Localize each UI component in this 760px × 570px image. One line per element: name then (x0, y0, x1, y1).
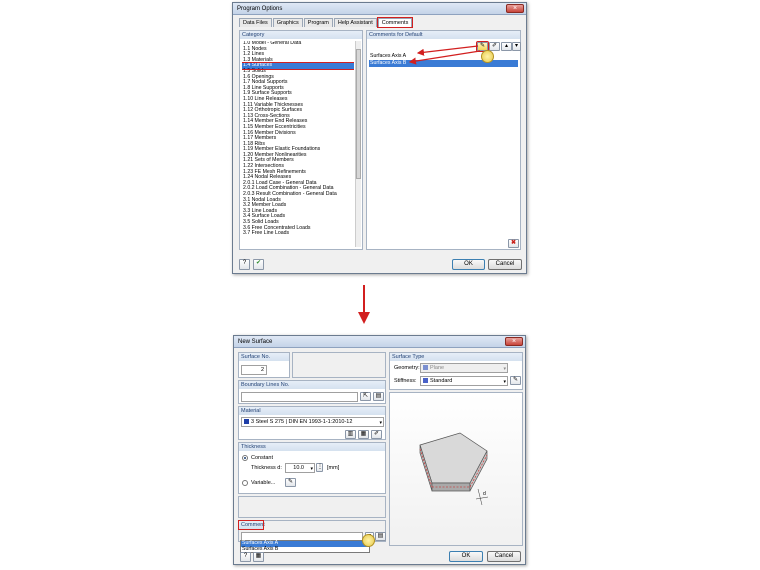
help-icon[interactable]: ? (240, 552, 251, 562)
move-up-button[interactable]: ▴ (501, 42, 512, 51)
category-list[interactable]: 1.0 Model - General Data 1.1 Nodes 1.2 Lin… (242, 41, 354, 247)
surface-type-header: Surface Type (390, 353, 522, 361)
material-new-button[interactable]: ▦ (358, 430, 369, 439)
comments-header: Comments for Default (367, 31, 520, 39)
comments-panel: Comments for Default ✎ ✐ ▴ ▾ Surfaces Ax… (366, 30, 521, 250)
units-icon[interactable]: ▦ (253, 552, 264, 562)
comment-item-selected[interactable]: Surfaces Axis B (369, 60, 518, 67)
stiffness-label: Stiffness: (394, 378, 417, 384)
surface-no-header: Surface No. (239, 353, 289, 361)
tab-help-assistant[interactable]: Help Assistant (333, 18, 377, 27)
thickness-value: 10.0 (293, 465, 304, 471)
help-icon[interactable]: ? (239, 259, 250, 270)
variable-label: Variable... (251, 480, 276, 486)
stiffness-swatch (423, 378, 428, 384)
boundary-lines-header: Boundary Lines No. (239, 381, 385, 389)
geometry-value: Plane (430, 365, 445, 371)
tab-graphics[interactable]: Graphics (272, 18, 303, 27)
chevron-down-icon[interactable]: ▾ (503, 378, 506, 385)
defaults-icon[interactable]: ✔ (253, 259, 264, 270)
tab-program[interactable]: Program (303, 18, 333, 27)
close-button[interactable]: × (506, 4, 524, 13)
thickness-header: Thickness (239, 443, 385, 451)
variable-radio[interactable] (242, 480, 248, 486)
material-library-button[interactable]: ▥ (345, 430, 356, 439)
tab-comments[interactable]: Comments (376, 17, 414, 28)
new-surface-titlebar[interactable]: New Surface × (234, 336, 525, 348)
blank-group (292, 352, 386, 378)
edit-comment-button[interactable]: ✐ (489, 42, 500, 51)
move-down-button[interactable]: ▾ (512, 42, 521, 51)
comment-header: Comment (238, 520, 265, 530)
material-edit-button[interactable]: ✐ (371, 430, 382, 439)
constant-radio[interactable] (242, 455, 248, 461)
tab-data-files[interactable]: Data Files (239, 18, 272, 27)
constant-label: Constant (251, 455, 274, 461)
surface-no-group: Surface No. 2 (238, 352, 290, 378)
category-scrollbar[interactable] (355, 41, 361, 247)
geometry-label: Geometry: (394, 365, 420, 371)
dimension-line (477, 488, 483, 506)
thickness-d-label: Thickness d: (251, 465, 282, 471)
program-options-title: Program Options (237, 6, 283, 12)
empty-group (238, 496, 386, 518)
options-tabs: Data Files Graphics Program Help Assista… (239, 17, 414, 28)
comment-item[interactable]: Surfaces Axis A (369, 53, 518, 60)
material-group: Material 3 Steel S 275 | DIN EN 1993-1-1… (238, 406, 386, 440)
boundary-lines-group: Boundary Lines No. ⇱ ▤ (238, 380, 386, 404)
cancel-button[interactable]: Cancel (487, 551, 521, 562)
surface-preview: d (389, 392, 523, 546)
surface-preview-drawing: d (419, 432, 489, 506)
material-value: 3 Steel S 275 | DIN EN 1993-1-1:2010-12 (251, 419, 353, 425)
chevron-down-icon[interactable]: ▾ (503, 365, 506, 372)
comment-browse-button[interactable]: ▤ (375, 532, 386, 541)
chevron-down-icon[interactable]: ▾ (379, 419, 382, 426)
thickness-pick-button[interactable]: ⋮ (316, 463, 323, 472)
geometry-select[interactable]: Plane ▾ (420, 363, 508, 373)
category-panel: Category 1.0 Model - General Data 1.1 Nod… (239, 30, 363, 250)
thickness-group: Thickness Constant Thickness d: 10.0 ▾ ⋮… (238, 442, 386, 494)
surface-no-input[interactable]: 2 (241, 365, 267, 375)
geometry-swatch (423, 365, 428, 371)
variable-edit-button[interactable]: ✎ (285, 478, 296, 487)
stiffness-value: Standard (430, 378, 453, 384)
scrollbar-thumb[interactable] (356, 49, 361, 179)
cancel-button[interactable]: Cancel (488, 259, 522, 270)
stiffness-select[interactable]: Standard ▾ (420, 376, 508, 386)
ok-button[interactable]: OK (452, 259, 485, 270)
thickness-input[interactable]: 10.0 ▾ (285, 463, 315, 473)
list-lines-button[interactable]: ▤ (373, 392, 384, 401)
program-options-dialog: Program Options × Data Files Graphics Pr… (232, 2, 527, 274)
material-select[interactable]: 3 Steel S 275 | DIN EN 1993-1-1:2010-12 … (241, 417, 384, 427)
material-header: Material (239, 407, 385, 415)
ok-button[interactable]: OK (449, 551, 483, 562)
close-button[interactable]: × (505, 337, 523, 346)
pick-lines-button[interactable]: ⇱ (360, 392, 371, 401)
pointer-hand-icon (362, 534, 375, 547)
boundary-lines-input[interactable] (241, 392, 358, 402)
chevron-down-icon[interactable]: ▾ (310, 465, 313, 472)
surface-type-group: Surface Type Geometry: Plane ▾ Stiffness… (389, 352, 523, 390)
category-header: Category (240, 31, 362, 39)
comments-list[interactable]: Surfaces Axis A Surfaces Axis B (369, 53, 518, 67)
material-color-swatch (244, 419, 249, 425)
dimension-label: d (483, 491, 486, 497)
pointer-hand-icon (481, 50, 494, 63)
category-item[interactable]: 3.7 Free Line Loads (242, 231, 354, 237)
new-surface-title: New Surface (238, 339, 273, 345)
delete-comment-button[interactable]: ✖ (508, 239, 519, 248)
dimension-tick (475, 496, 489, 500)
program-options-titlebar[interactable]: Program Options × (233, 3, 526, 15)
thickness-unit: [mm] (327, 465, 340, 471)
new-surface-dialog: New Surface × Surface No. 2 Boundary Lin… (233, 335, 526, 565)
stiffness-edit-button[interactable]: ✎ (510, 376, 521, 385)
